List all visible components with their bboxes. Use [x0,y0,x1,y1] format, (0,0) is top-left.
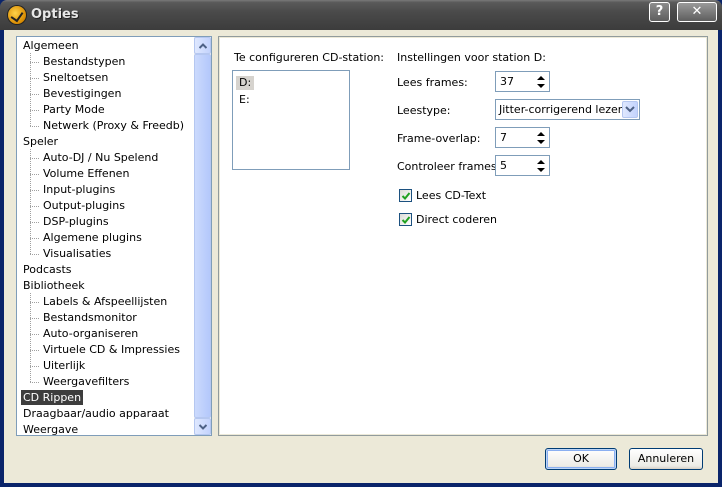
tree-item[interactable]: Weergavefilters [41,374,131,389]
tree-connector [30,94,39,95]
tree-item[interactable]: Party Mode [41,102,107,117]
tree-item[interactable]: Netwerk (Proxy & Freedb) [41,118,186,133]
tree-item[interactable]: Output-plugins [41,198,127,213]
direct-encode-checkbox[interactable] [399,213,412,226]
tree-item[interactable]: Podcasts [21,262,74,277]
read-cd-text-label[interactable]: Lees CD-Text [416,189,486,202]
scroll-down-button[interactable] [194,418,211,435]
tree-item[interactable]: Visualisaties [41,246,113,261]
read-frames-stepper[interactable]: 37 [495,71,550,92]
chevron-up-icon [199,43,207,49]
tree-connector [30,350,39,351]
tree-connector [30,62,39,63]
tree-connector [30,53,31,126]
tree-item[interactable]: Input-plugins [41,182,117,197]
tree-item[interactable]: Virtuele CD & Impressies [41,342,182,357]
tree-item[interactable]: Weergave [21,422,80,435]
tree-item[interactable]: CD Rippen [21,390,84,405]
tree-item[interactable]: Speler [21,134,60,149]
spin-arrows-icon[interactable] [536,130,546,146]
read-frames-value: 37 [500,75,514,88]
tree-connector [30,382,39,383]
tree-connector [30,334,39,335]
cd-list-label: Te configureren CD-station: [234,51,384,64]
scroll-up-button[interactable] [194,37,211,54]
tree-scrollbar[interactable] [194,37,211,435]
tree-item[interactable]: Bevestigingen [41,86,123,101]
tree-item[interactable]: Sneltoetsen [41,70,110,85]
close-icon: ✕ [691,4,703,19]
panel-content: Te configureren CD-station: D: E: Instel… [220,38,706,434]
tree-connector [30,302,39,303]
close-button[interactable]: ✕ [677,2,717,22]
tree-connector [30,238,39,239]
tree-connector [30,293,31,382]
tree-item[interactable]: Volume Effenen [41,166,131,181]
tree-item[interactable]: Bibliotheek [21,278,87,293]
chevron-down-icon [625,106,635,113]
tree-item[interactable]: Bestandsmonitor [41,310,139,325]
cd-drive-list[interactable]: D: E: [232,70,350,170]
cd-ripping-panel: Te configureren CD-station: D: E: Instel… [218,36,708,436]
tree-item[interactable]: Draagbaar/audio apparaat [21,406,171,421]
spin-arrows-icon[interactable] [536,158,546,174]
tree-connector [30,126,39,127]
ok-button[interactable]: OK [545,448,617,470]
app-logo-icon [8,6,26,24]
read-type-label: Leestype: [397,104,451,117]
direct-encode-label[interactable]: Direct coderen [416,213,497,226]
dialog-body: Algemeen Bestandstypen Sneltoetsen Bevestig… [4,30,718,483]
drive-item-e[interactable]: E: [236,93,253,107]
window-title: Opties [31,7,79,22]
options-tree[interactable]: Algemeen Bestandstypen Sneltoetsen Bevestig… [16,36,212,436]
help-button[interactable]: ? [649,2,670,22]
tree-connector [30,318,39,319]
check-frames-value: 5 [500,159,507,172]
spin-arrows-icon[interactable] [536,74,546,90]
read-cd-text-checkbox[interactable] [399,189,412,202]
tree-item[interactable]: DSP-plugins [41,214,111,229]
frame-overlap-label: Frame-overlap: [397,132,481,145]
cancel-button[interactable]: Annuleren [629,448,703,470]
scroll-thumb[interactable] [194,54,211,418]
drive-item-d[interactable]: D: [236,76,255,90]
tree-item[interactable]: Bestandstypen [41,54,127,69]
tree-connector [30,158,39,159]
tree-connector [30,254,39,255]
tree-item[interactable]: Algemeen [21,38,81,53]
tree-connector [30,366,39,367]
tree-connector [30,222,39,223]
tree-item[interactable]: Algemene plugins [41,230,144,245]
settings-heading: Instellingen voor station D: [397,51,546,64]
tree-connector [30,206,39,207]
checkmark-icon [401,216,411,224]
read-type-value: Jitter-corrigerend lezen [499,103,625,116]
read-type-select[interactable]: Jitter-corrigerend lezen [495,99,640,120]
read-type-dropdown-button[interactable] [622,101,638,118]
tree-connector [30,174,39,175]
tree-connector [30,190,39,191]
check-frames-stepper[interactable]: 5 [495,155,550,176]
tree-connector [30,78,39,79]
frame-overlap-stepper[interactable]: 7 [495,127,550,148]
checkmark-icon [401,192,411,200]
tree-item[interactable]: Auto-DJ / Nu Spelend [41,150,160,165]
tree-connector [30,110,39,111]
frame-overlap-value: 7 [500,131,507,144]
tree-connector [30,149,31,254]
read-frames-label: Lees frames: [397,76,468,89]
tree-item[interactable]: Uiterlijk [41,358,87,373]
chevron-down-icon [199,424,207,430]
tree-item[interactable]: Labels & Afspeellijsten [41,294,169,309]
options-window: Opties ? ✕ Algemeen Bestandstypen Sneltoet… [0,0,722,487]
tree-item[interactable]: Auto-organiseren [41,326,140,341]
check-frames-label: Controleer frames: [397,160,501,173]
title-bar[interactable]: Opties ? ✕ [0,0,722,30]
